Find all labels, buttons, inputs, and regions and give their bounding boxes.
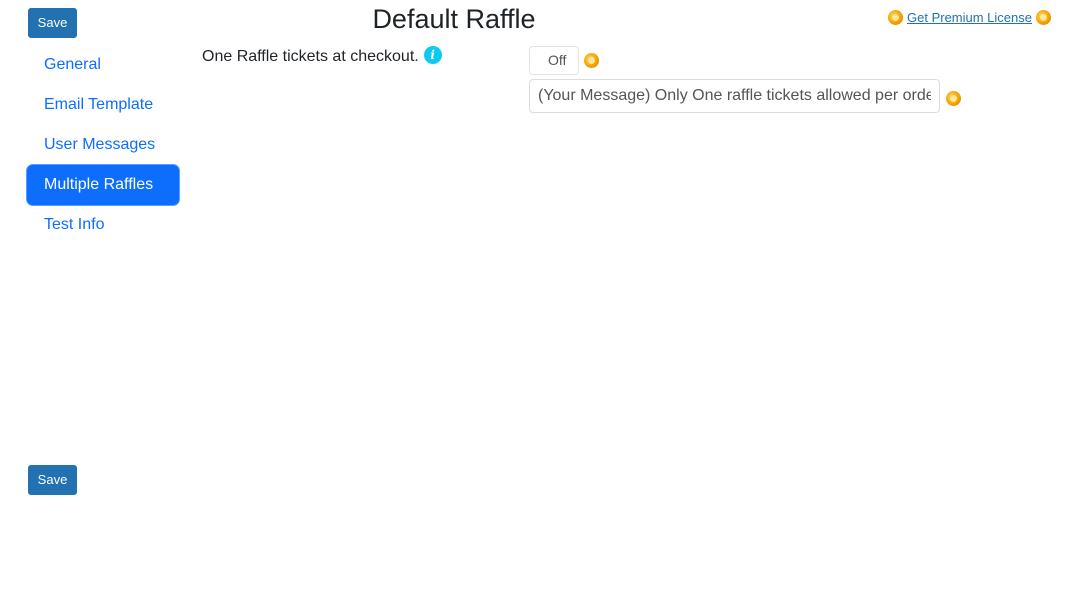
premium-star-icon: [888, 10, 903, 25]
sidebar-item-test-info[interactable]: Test Info: [27, 205, 179, 245]
one-raffle-label-text: One Raffle tickets at checkout.: [202, 48, 419, 65]
info-icon[interactable]: i: [423, 46, 442, 64]
one-raffle-setting-label: One Raffle tickets at checkout. i: [202, 46, 442, 66]
sidebar-item-multiple-raffles[interactable]: Multiple Raffles: [27, 165, 179, 205]
save-button-bottom[interactable]: Save: [28, 465, 77, 495]
one-raffle-toggle[interactable]: Off: [529, 46, 579, 75]
premium-license: Get Premium License: [888, 10, 1051, 25]
page-title: Default Raffle: [372, 4, 536, 34]
settings-page: Save Default Raffle Get Premium License …: [0, 0, 1079, 596]
one-raffle-message-input[interactable]: [529, 79, 940, 113]
settings-sidebar: General Email Template User Messages Mul…: [27, 45, 179, 245]
premium-star-icon: [1036, 10, 1051, 25]
sidebar-item-general[interactable]: General: [27, 45, 179, 85]
premium-star-icon: [946, 91, 961, 106]
sidebar-item-email-template[interactable]: Email Template: [27, 85, 179, 125]
premium-star-icon: [584, 53, 599, 68]
get-premium-license-link[interactable]: Get Premium License: [907, 10, 1032, 25]
sidebar-item-user-messages[interactable]: User Messages: [27, 125, 179, 165]
